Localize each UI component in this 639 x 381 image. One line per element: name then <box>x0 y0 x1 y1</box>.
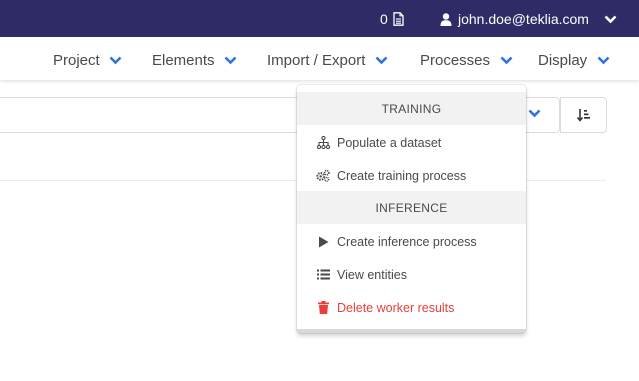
main-menu-bar: Project Elements Import / Export Process… <box>0 40 639 80</box>
chevron-down-icon <box>374 53 388 67</box>
menu-elements-label: Elements <box>152 51 215 69</box>
sort-amount-icon <box>576 108 591 122</box>
processes-dropdown: TRAINING Populate a dataset Create train… <box>297 85 526 333</box>
menu-display-label: Display <box>538 51 588 69</box>
menu-display[interactable]: Display <box>538 40 610 80</box>
chevron-down-icon <box>224 53 238 67</box>
view-entities-label: View entities <box>337 267 407 282</box>
populate-dataset-label: Populate a dataset <box>337 135 442 150</box>
top-navbar: 0 john.doe@teklia.com <box>0 0 639 37</box>
menu-elements[interactable]: Elements <box>152 40 238 80</box>
view-entities-item[interactable]: View entities <box>297 258 526 291</box>
user-email: john.doe@teklia.com <box>458 11 589 27</box>
list-icon <box>316 268 330 282</box>
chevron-down-icon <box>109 53 123 67</box>
chevron-down-icon <box>604 12 618 26</box>
selection-counter[interactable]: 0 <box>380 9 406 29</box>
play-icon <box>316 235 330 249</box>
sort-button[interactable] <box>560 97 607 133</box>
inference-header: INFERENCE <box>297 191 526 224</box>
create-training-process-item[interactable]: Create training process <box>297 159 526 192</box>
chevron-down-icon[interactable] <box>527 106 541 120</box>
trash-icon <box>316 301 330 315</box>
user-icon <box>439 12 453 26</box>
menu-processes[interactable]: Processes <box>420 40 513 80</box>
cogs-icon <box>316 169 330 183</box>
menu-import-export-label: Import / Export <box>267 51 366 69</box>
chevron-down-icon <box>499 53 513 67</box>
menu-processes-label: Processes <box>420 51 491 69</box>
delete-worker-results-label: Delete worker results <box>337 300 455 315</box>
create-inference-process-item[interactable]: Create inference process <box>297 225 526 258</box>
create-inference-process-label: Create inference process <box>337 234 477 249</box>
training-header: TRAINING <box>297 92 526 125</box>
populate-dataset-item[interactable]: Populate a dataset <box>297 126 526 159</box>
delete-worker-results-item[interactable]: Delete worker results <box>297 291 526 324</box>
sitemap-icon <box>316 136 330 150</box>
menu-project-label: Project <box>53 51 100 69</box>
menu-import-export[interactable]: Import / Export <box>267 40 388 80</box>
chevron-down-icon <box>596 53 610 67</box>
user-menu[interactable]: john.doe@teklia.com <box>439 9 618 29</box>
create-training-process-label: Create training process <box>337 168 467 183</box>
file-text-icon <box>392 12 406 26</box>
menu-project[interactable]: Project <box>53 40 123 80</box>
selection-count: 0 <box>380 11 388 27</box>
